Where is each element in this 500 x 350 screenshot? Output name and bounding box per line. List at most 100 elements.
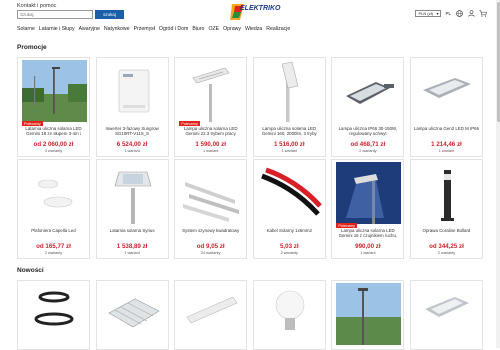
product-price: 1 590,00 zł [195, 141, 226, 148]
header-tools: PLN (zł) ▾ PL [415, 9, 487, 17]
product-card[interactable] [409, 280, 483, 350]
product-image-street-lamp-park [22, 60, 87, 122]
product-price: od 2 060,00 zł [33, 141, 74, 148]
main-nav: Solarne Latarnie i Słupy Awaryjne Natynk… [17, 26, 290, 32]
nav-item-biuro[interactable]: Biuro [192, 26, 204, 32]
product-image-solar-lamp-pole [257, 60, 323, 122]
search-bar: szukaj [17, 10, 124, 19]
search-input[interactable] [17, 10, 93, 19]
product-variants: 2 warianty [359, 149, 377, 153]
product-card[interactable] [174, 280, 248, 350]
product-price: 6 524,00 zł [116, 141, 148, 148]
product-name[interactable]: Kabel Solarny 1x6mm2 [256, 228, 323, 233]
product-image-solar-lamp-night [336, 162, 402, 224]
page-scrollbar[interactable] [496, 0, 500, 348]
product-name[interactable]: Lampa uliczna solarna LED Gemini 16 z cz… [334, 228, 401, 238]
product-price: od 468,71 zł [350, 141, 386, 148]
product-card[interactable] [95, 280, 169, 350]
currency-select[interactable]: PLN (zł) ▾ [415, 9, 442, 17]
nav-item-wiedza[interactable]: Wiedza [245, 26, 262, 32]
nav-item-latarnie[interactable]: Latarnie i Słupy [39, 26, 75, 32]
search-button[interactable]: szukaj [95, 10, 124, 19]
nav-item-oprawy[interactable]: Oprawy [223, 26, 241, 32]
product-name[interactable]: System szynowy kwadratowy [177, 228, 244, 233]
promotions-grid: Polecamy Latarnia uliczna solarna LED Ge… [17, 57, 483, 259]
product-variants: 1 wariant [124, 149, 140, 153]
news-title: Nowości [17, 267, 44, 274]
product-name[interactable]: Latarnia uliczna solarna LED Gemini 18 z… [20, 126, 87, 136]
product-image-led-bulb [257, 283, 323, 345]
product-card[interactable]: Inwerter 3-fazowy Sungrow SG10RT-V11S_S … [95, 57, 169, 157]
product-price: 1 516,00 zł [273, 141, 305, 148]
nav-item-awaryjne[interactable]: Awaryjne [79, 26, 100, 32]
product-card[interactable]: Plafoniera Capella Led od 165,77 zł 2 wa… [17, 159, 90, 259]
product-variants: 1 wariant [202, 149, 219, 153]
language-label[interactable]: PL [445, 11, 451, 16]
news-grid [17, 280, 483, 350]
nav-item-natynkowe[interactable]: Natynkowe [104, 26, 130, 32]
product-variants: 1 wariant [124, 251, 140, 255]
user-icon[interactable] [467, 9, 475, 17]
product-variants: 2 warianty [437, 251, 456, 255]
product-image-rail-system [179, 162, 245, 224]
product-name[interactable]: Plafoniera Capella Led [20, 228, 87, 233]
product-card[interactable] [252, 280, 326, 350]
product-card[interactable]: Lampa uliczna solarna LED Gemini 160, 20… [252, 57, 326, 157]
product-price: od 9,05 zł [196, 243, 225, 250]
product-name[interactable]: Lampa uliczna Gen2 LED M IP66 [413, 126, 480, 131]
nav-item-ogrod[interactable]: Ogród i Dom [159, 26, 188, 32]
product-card[interactable]: Kabel Solarny 1x6mm2 5,03 zł 2 warianty [252, 159, 326, 259]
product-image-ring-pendant [22, 283, 87, 345]
product-card[interactable]: System szynowy kwadratowy od 9,05 zł 24 … [174, 159, 248, 259]
contact-help-link[interactable]: Kontakt i pomoc [17, 3, 56, 9]
product-name[interactable]: Lampa uliczna IP66 30-150W, regulowany u… [334, 126, 401, 136]
product-card[interactable]: Polecamy Latarnia uliczna solarna LED Ge… [17, 57, 90, 157]
product-variants: 1 wariant [438, 149, 455, 153]
nav-item-solarne[interactable]: Solarne [17, 26, 35, 32]
product-card[interactable]: Lampa uliczna IP66 30-150W, regulowany u… [331, 57, 405, 157]
product-image-gen2-lamp [414, 60, 480, 122]
product-name[interactable]: Lampa uliczna solarna LED Gemini 22.3 tr… [177, 126, 244, 136]
scrollbar-thumb[interactable] [496, 2, 500, 122]
globe-icon[interactable] [455, 9, 463, 17]
product-image-solar-cable [257, 162, 323, 224]
product-variants: 2 warianty [44, 251, 63, 255]
product-image-grid-panel [100, 283, 166, 345]
product-price: 1 214,46 zł [431, 141, 462, 148]
product-card[interactable]: Polecamy Lampa uliczna solarna LED Gemin… [174, 57, 248, 157]
product-image-solar-street-lamp [179, 60, 245, 122]
product-image-inverter [100, 60, 166, 122]
product-card[interactable]: Oprawa Coraline Bollard od 344,25 zł 2 w… [409, 159, 483, 259]
product-image-bollard [414, 162, 480, 224]
product-price: od 344,25 zł [429, 243, 464, 250]
product-price: 5,03 zł [279, 243, 299, 250]
nav-item-realizacje[interactable]: Realizacje [266, 26, 290, 32]
promotions-title: Promocje [17, 44, 47, 51]
product-card[interactable]: Polecamy Lampa uliczna solarna LED Gemin… [331, 159, 405, 259]
product-name[interactable]: Lampa uliczna solarna LED Gemini 160, 20… [256, 126, 323, 136]
product-price: od 165,77 zł [36, 243, 71, 250]
logo-text: ELEKTRIKO [240, 5, 281, 12]
product-image-tube-light [179, 283, 245, 345]
product-variants: 24 warianty [200, 251, 221, 255]
nav-item-oze[interactable]: OZE [208, 26, 219, 32]
product-name[interactable]: Inwerter 3-fazowy Sungrow SG10RT-V11S_S [99, 126, 166, 136]
product-variants: 2 warianty [280, 251, 298, 255]
product-image-ceiling-light [22, 162, 87, 224]
product-price: 990,00 zł [355, 243, 381, 250]
product-name[interactable]: Oprawa Coraline Bollard [413, 228, 480, 233]
elektriko-logo[interactable]: ELEKTRIKO [230, 2, 280, 22]
product-card[interactable]: Latarnia solarna Syrius 1 538,89 zł 1 wa… [95, 159, 169, 259]
product-image-park-lamp-outdoor [336, 283, 402, 345]
product-image-flood-lamp [414, 283, 480, 345]
product-name[interactable]: Latarnia solarna Syrius [99, 228, 166, 233]
product-card[interactable] [331, 280, 405, 350]
product-price: 1 538,89 zł [116, 243, 148, 250]
product-variants: 1 wariant [360, 251, 376, 255]
product-variants: 3 warianty [44, 149, 63, 153]
product-card[interactable] [17, 280, 90, 350]
header: Kontakt i pomoc szukaj ELEKTRIKO PLN (zł… [0, 0, 500, 40]
cart-icon[interactable] [479, 9, 487, 17]
product-card[interactable]: Lampa uliczna Gen2 LED M IP66 1 214,46 z… [409, 57, 483, 157]
nav-item-przemysl[interactable]: Przemysł [134, 26, 155, 32]
